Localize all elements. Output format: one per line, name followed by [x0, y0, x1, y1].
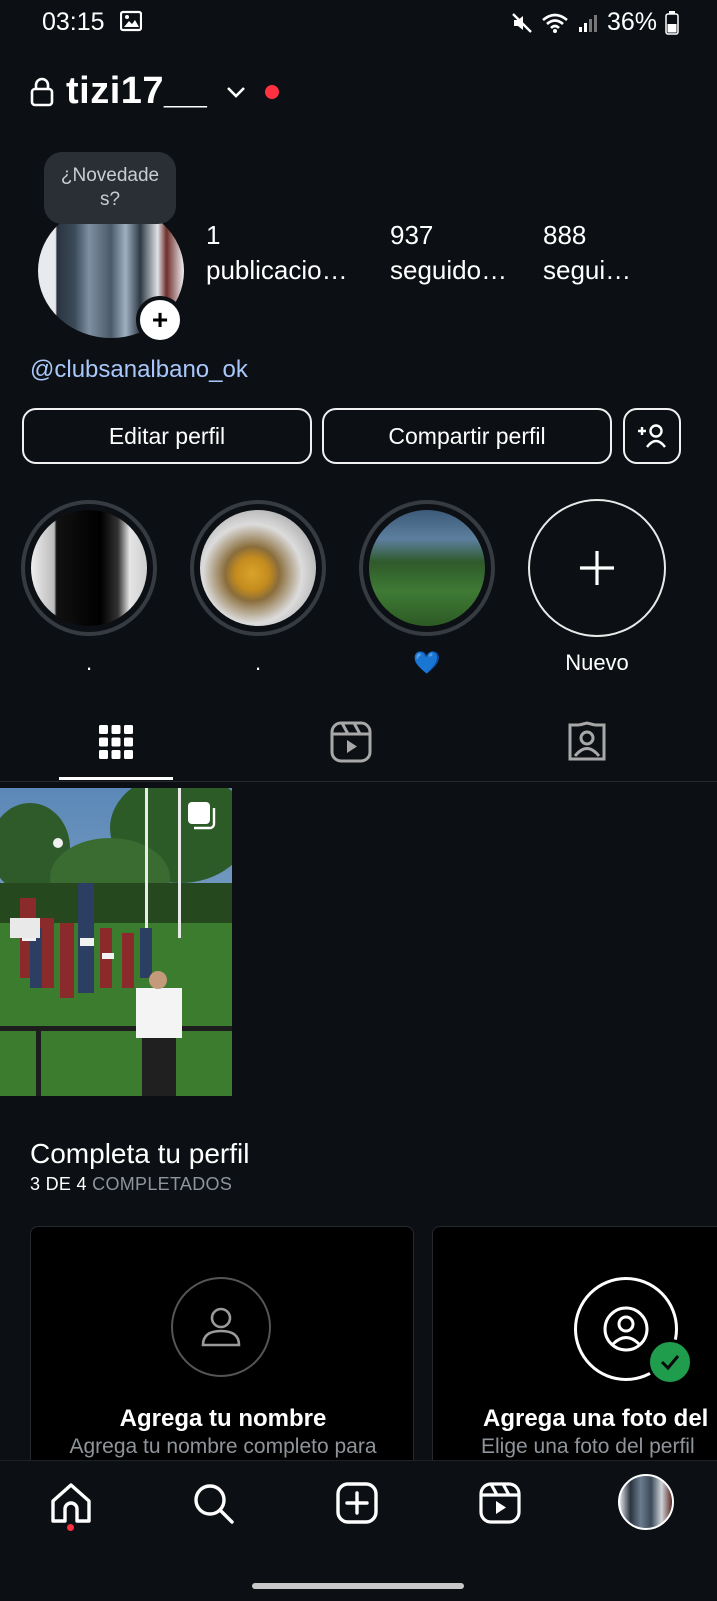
highlight-1-label: . [85, 650, 93, 675]
card-add-photo-desc: Elige una foto del perfil [481, 1435, 695, 1458]
nav-home[interactable] [46, 1478, 96, 1528]
highlight-1[interactable] [21, 500, 157, 636]
post-thumbnail[interactable] [0, 788, 232, 1096]
mute-icon [512, 12, 532, 33]
share-profile-button[interactable]: Compartir perfil [322, 408, 612, 464]
lock-icon [30, 77, 54, 106]
complete-profile-title: Completa tu perfil [30, 1138, 250, 1169]
tab-grid[interactable] [92, 718, 140, 766]
stat-following-label: segui… [543, 255, 632, 286]
notes-tooltip-text: ¿Novedade s? [60, 165, 160, 210]
profile-header[interactable]: tizi17__ [30, 70, 280, 113]
stat-following[interactable]: 888 segui… [543, 218, 631, 288]
card-add-name-desc: Agrega tu nombre completo para [69, 1435, 377, 1458]
home-icon [51, 1483, 91, 1523]
nav-create[interactable] [332, 1478, 382, 1528]
username[interactable]: tizi17__ [66, 70, 207, 113]
image-icon [119, 10, 142, 32]
profile-avatar[interactable] [618, 1474, 674, 1530]
progress-count: 3 DE 4 [30, 1174, 87, 1194]
create-icon [336, 1482, 378, 1524]
wifi-icon [542, 13, 568, 33]
stat-followers[interactable]: 937 seguido… [390, 218, 507, 288]
status-icons: 36% [511, 8, 679, 37]
person-icon [201, 1307, 241, 1347]
profile-link[interactable]: @clubsanalbano_ok [30, 356, 248, 384]
checkmark-icon [660, 1355, 680, 1371]
card-add-photo-title: Agrega una foto del [483, 1405, 709, 1432]
status-time-text: 03:15 [42, 8, 105, 36]
rugby-photo [0, 788, 232, 1096]
discover-people-button[interactable] [623, 408, 681, 464]
new-highlight-button[interactable] [528, 499, 666, 637]
status-time: 03:15 [42, 8, 142, 37]
progress-word: COMPLETADOS [92, 1174, 233, 1194]
active-tab-indicator [59, 777, 173, 780]
profile-photo-icon [603, 1306, 649, 1352]
reels-icon [330, 721, 372, 763]
notification-dot [265, 84, 280, 99]
tab-tagged[interactable] [563, 718, 611, 766]
battery-icon [665, 10, 679, 35]
stat-posts-label: publicacio… [206, 255, 348, 286]
stat-followers-label: seguido… [390, 255, 508, 286]
stat-posts-value: 1 [206, 220, 221, 250]
search-icon [194, 1484, 234, 1524]
card-add-name-icon-circle [171, 1277, 271, 1377]
grid-icon [99, 725, 133, 759]
stat-posts[interactable]: 1 publicacio… [206, 218, 348, 288]
completed-check-badge [647, 1339, 693, 1385]
tab-reels[interactable] [327, 718, 375, 766]
card-add-name[interactable]: Agrega tu nombre Agrega tu nombre comple… [30, 1226, 414, 1486]
highlight-2-label: . [254, 650, 262, 675]
nav-search[interactable] [188, 1478, 238, 1528]
add-person-icon [638, 424, 666, 448]
highlight-2-cover [200, 510, 316, 626]
gesture-bar[interactable] [252, 1583, 464, 1589]
highlight-2[interactable] [190, 500, 326, 636]
tagged-icon [568, 721, 606, 761]
stat-following-value: 888 [543, 220, 587, 250]
add-story-icon[interactable]: + [136, 296, 184, 344]
tab-divider [0, 781, 717, 782]
notes-tooltip[interactable]: ¿Novedade s? [44, 152, 176, 224]
highlight-3-label: 💙 [413, 650, 441, 675]
highlight-3[interactable] [359, 500, 495, 636]
nav-reels[interactable] [475, 1478, 525, 1528]
home-notification-dot [67, 1524, 74, 1531]
reels-icon [479, 1482, 521, 1524]
highlight-1-cover [31, 510, 147, 626]
edit-profile-button[interactable]: Editar perfil [22, 408, 312, 464]
card-add-photo[interactable]: Agrega una foto del Elige una foto del p… [432, 1226, 717, 1486]
stat-followers-value: 937 [390, 220, 434, 250]
battery-text: 36% [606, 8, 657, 36]
multiple-posts-icon [188, 802, 216, 830]
highlight-3-cover [369, 510, 485, 626]
chevron-down-icon[interactable] [225, 81, 247, 103]
new-highlight-label: Nuevo [565, 650, 629, 675]
signal-icon [578, 14, 597, 32]
card-add-name-title: Agrega tu nombre [119, 1405, 327, 1432]
plus-icon [580, 551, 614, 585]
complete-profile-progress: 3 DE 4 COMPLETADOS [30, 1174, 232, 1195]
